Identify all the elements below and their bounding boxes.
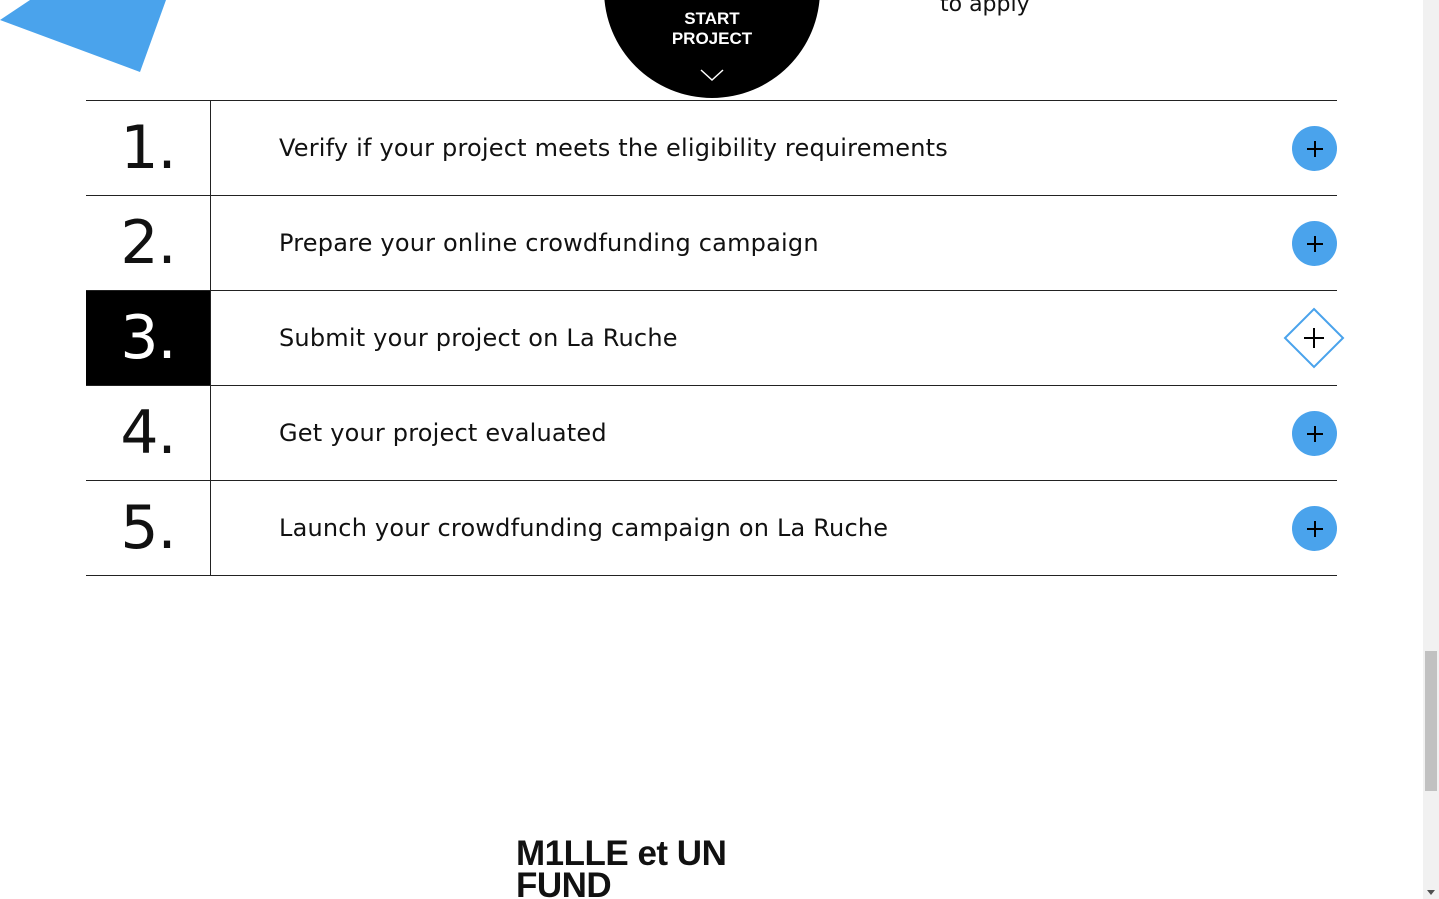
start-project-label: START PROJECT	[652, 9, 772, 49]
start-label-line1: START	[684, 9, 740, 28]
step-number: 2.	[86, 196, 211, 290]
plus-icon	[1306, 425, 1323, 442]
decorative-blue-shape	[0, 0, 166, 72]
plus-icon	[1283, 307, 1345, 369]
expand-step-button[interactable]	[1292, 221, 1337, 266]
plus-icon	[1306, 235, 1323, 252]
step-row-3[interactable]: 3. Submit your project on La Ruche	[86, 291, 1345, 386]
steps-list: 1. Verify if your project meets the elig…	[86, 100, 1345, 576]
step-row-1[interactable]: 1. Verify if your project meets the elig…	[86, 101, 1337, 196]
step-row-2[interactable]: 2. Prepare your online crowdfunding camp…	[86, 196, 1337, 291]
page: to apply START PROJECT 1. Verify if your…	[0, 0, 1423, 899]
step-title: Submit your project on La Ruche	[279, 324, 678, 352]
start-label-line2: PROJECT	[671, 29, 753, 48]
start-project-button[interactable]: START PROJECT	[604, 0, 820, 98]
step-title: Verify if your project meets the eligibi…	[279, 134, 948, 162]
plus-icon	[1306, 140, 1323, 157]
scrollbar-thumb[interactable]	[1425, 651, 1437, 791]
step-row-5[interactable]: 5. Launch your crowdfunding campaign on …	[86, 481, 1337, 576]
expand-step-button[interactable]	[1292, 506, 1337, 551]
expand-step-button[interactable]	[1292, 126, 1337, 171]
step-number: 4.	[86, 386, 211, 480]
mille-et-un-fund-logo[interactable]: M1LLE et UN FUND	[516, 836, 756, 899]
step-number: 1.	[86, 101, 211, 195]
chevron-down-icon	[700, 69, 724, 82]
viewport: to apply START PROJECT 1. Verify if your…	[0, 0, 1439, 899]
step-title: Get your project evaluated	[279, 419, 607, 447]
step-title: Prepare your online crowdfunding campaig…	[279, 229, 819, 257]
expand-step-button[interactable]	[1283, 307, 1345, 369]
logo-line2: FUND	[516, 866, 612, 899]
expand-step-button[interactable]	[1292, 411, 1337, 456]
vertical-scrollbar[interactable]	[1423, 0, 1439, 899]
step-row-4[interactable]: 4. Get your project evaluated	[86, 386, 1337, 481]
step-number: 3.	[86, 291, 211, 385]
scroll-down-arrow-icon[interactable]	[1427, 890, 1435, 895]
plus-icon	[1306, 520, 1323, 537]
step-title: Launch your crowdfunding campaign on La …	[279, 514, 889, 542]
step-number: 5.	[86, 481, 211, 575]
partial-heading-text: to apply	[940, 0, 1030, 17]
